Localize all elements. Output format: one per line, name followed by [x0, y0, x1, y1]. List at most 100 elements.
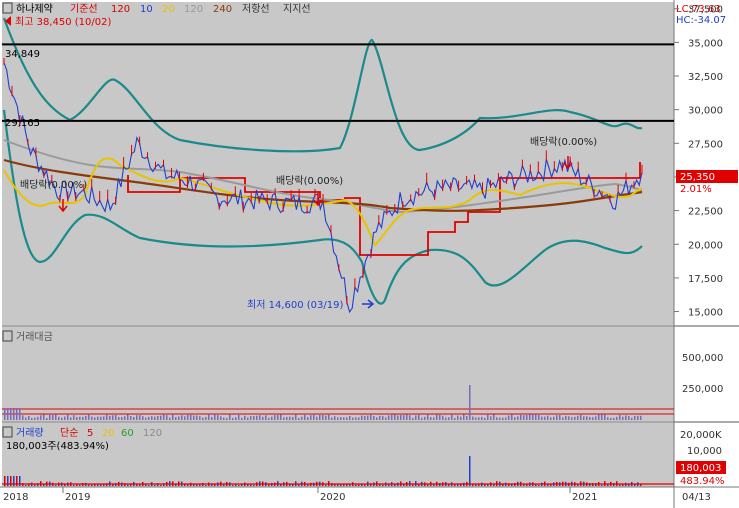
- amount-bar: [40, 415, 42, 420]
- amount-bar: [73, 415, 75, 420]
- volume-bar: [34, 484, 36, 486]
- price-tick: 37,500: [688, 5, 723, 16]
- amount-bar: [67, 414, 69, 420]
- amount-bar: [100, 416, 102, 420]
- amount-bar: [640, 415, 642, 420]
- volume-bar: [469, 456, 471, 486]
- amount-bar: [295, 414, 297, 420]
- volume-bar: [358, 484, 360, 486]
- amount-bar: [442, 415, 444, 420]
- volume-bar: [412, 484, 414, 486]
- amount-bar: [340, 416, 342, 420]
- amount-bar: [367, 415, 369, 420]
- amount-bar: [313, 414, 315, 420]
- amount-bar: [235, 417, 237, 420]
- amount-bar: [7, 408, 9, 420]
- volume-bar: [427, 484, 429, 486]
- amount-bar: [145, 417, 147, 420]
- volume-bar: [139, 484, 141, 486]
- amount-bar: [601, 414, 603, 420]
- amount-bar: [34, 417, 36, 420]
- volume-bar: [268, 484, 270, 486]
- amount-bar: [523, 415, 525, 420]
- amount-bar: [454, 417, 456, 420]
- amount-bar: [304, 414, 306, 420]
- amount-bar: [349, 416, 351, 420]
- volume-bar: [205, 484, 207, 486]
- amount-bar: [448, 417, 450, 420]
- amount-bar: [46, 417, 48, 420]
- amount-bar: [79, 416, 81, 420]
- volume-bar: [223, 484, 225, 486]
- price-tick: 20,000: [688, 240, 723, 251]
- amount-bar: [223, 417, 225, 420]
- amount-bar: [634, 416, 636, 420]
- amount-bar: [52, 414, 54, 420]
- volume-bar: [343, 484, 345, 486]
- low-price-label: 최저 14,600 (03/19): [247, 299, 343, 311]
- amount-bar: [613, 417, 615, 420]
- volume-bar: [607, 484, 609, 486]
- amount-bar: [346, 417, 348, 420]
- amount-bar: [205, 417, 207, 420]
- amount-bar: [412, 417, 414, 420]
- amount-bar: [166, 415, 168, 420]
- amount-bar: [16, 408, 18, 420]
- amount-bar: [301, 416, 303, 420]
- date-label-2018: 2018: [3, 492, 28, 503]
- amount-bar: [577, 415, 579, 420]
- legend-item: 10: [140, 4, 153, 15]
- amount-bar: [82, 416, 84, 420]
- amount-bar: [343, 417, 345, 420]
- volume-tick-10000: 10,000: [687, 446, 722, 457]
- amount-bar: [112, 415, 114, 420]
- volume-bar: [196, 484, 198, 486]
- amount-bar: [109, 415, 111, 420]
- volume-bar: [250, 484, 252, 486]
- dividend-label-1: 배당락(0.00%): [20, 179, 87, 191]
- amount-bar: [91, 416, 93, 420]
- volume-bar: [448, 484, 450, 486]
- price-change-pct: 2.01%: [680, 184, 712, 195]
- amount-bar: [208, 414, 210, 420]
- amount-bar: [196, 415, 198, 420]
- amount-bar: [568, 416, 570, 420]
- amount-bar: [538, 414, 540, 420]
- amount-bar: [484, 417, 486, 420]
- stock-chart[interactable]: 34,849 29,165 배당락(0.00%) 배당락(0.00%) 배당락(…: [0, 0, 739, 508]
- amount-bar: [175, 417, 177, 420]
- amount-bar: [151, 416, 153, 420]
- amount-bar: [142, 416, 144, 420]
- volume-value-note: 180,003주(483.94%): [6, 441, 109, 452]
- amount-bar: [187, 414, 189, 420]
- amount-bar: [583, 416, 585, 420]
- amount-bar: [265, 415, 267, 420]
- amount-bar: [127, 414, 129, 420]
- amount-bar: [244, 415, 246, 420]
- legend-item: 저항선: [242, 3, 270, 15]
- date-label-2019: 2019: [65, 492, 90, 503]
- amount-bar: [190, 414, 192, 420]
- amount-bar: [193, 415, 195, 420]
- amount-bar: [322, 415, 324, 420]
- volume-bar: [433, 484, 435, 486]
- amount-bar: [562, 417, 564, 420]
- amount-bar: [466, 415, 468, 420]
- amount-bar: [133, 417, 135, 420]
- resistance-upper-label: 34,849: [5, 49, 40, 60]
- legend-item: 120: [184, 4, 203, 15]
- amount-bar: [475, 417, 477, 420]
- amount-bar: [502, 417, 504, 420]
- amount-bar: [607, 417, 609, 420]
- amount-bar: [37, 416, 39, 420]
- amount-panel-bg: [2, 327, 674, 421]
- amount-bar: [229, 414, 231, 420]
- amount-bar: [514, 417, 516, 420]
- volume-bar: [127, 484, 129, 486]
- amount-bar: [556, 415, 558, 420]
- amount-bar: [253, 416, 255, 420]
- amount-bar: [148, 416, 150, 420]
- amount-bar: [70, 417, 72, 420]
- price-tick: 30,000: [688, 106, 723, 117]
- volume-bar: [91, 484, 93, 486]
